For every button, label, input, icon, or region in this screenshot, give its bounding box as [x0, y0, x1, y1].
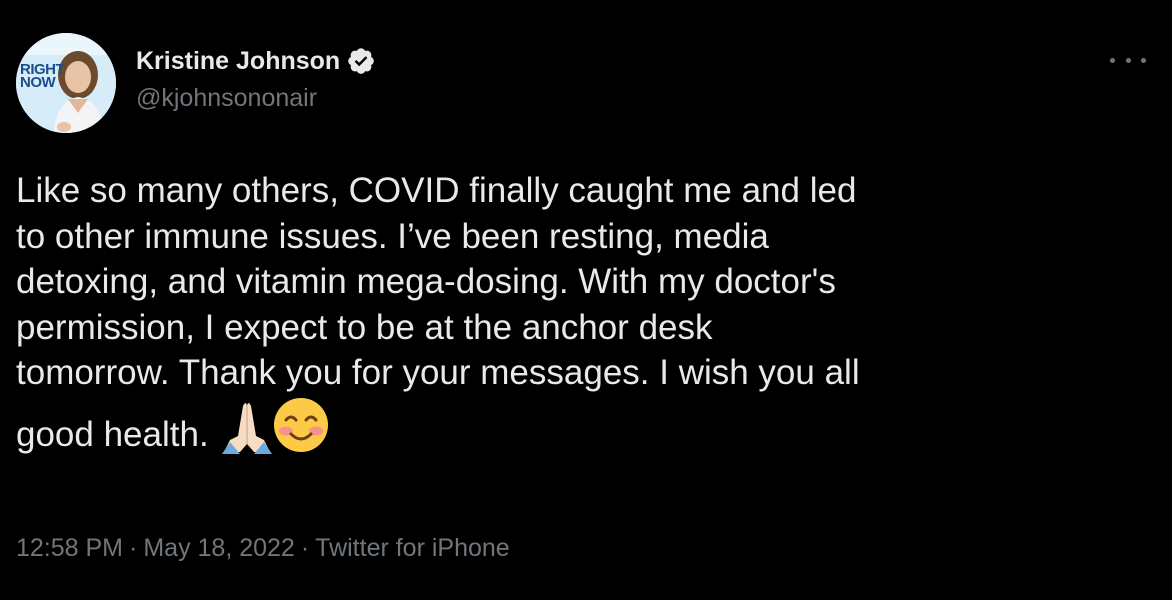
tweet-line-last: good health. — [16, 396, 1146, 458]
tweet-source[interactable]: Twitter for iPhone — [315, 534, 510, 562]
tweet-line: detoxing, and vitamin mega-dosing. With … — [16, 262, 836, 301]
tweet-line: Like so many others, COVID finally caugh… — [16, 171, 857, 210]
smiling-face-icon — [272, 396, 330, 454]
verified-badge-icon — [346, 46, 376, 76]
meta-separator: · — [300, 534, 310, 562]
folded-hands-icon — [218, 396, 276, 454]
user-handle[interactable]: @kjohnsononair — [136, 84, 317, 113]
tweet-meta: 12:58 PM · May 18, 2022 · Twitter for iPhone — [16, 534, 510, 563]
avatar-logo: RIGHT NOW — [20, 62, 65, 90]
tweet-date[interactable]: May 18, 2022 — [143, 534, 295, 562]
display-name[interactable]: Kristine Johnson — [136, 47, 340, 76]
tweet-line: tomorrow. Thank you for your messages. I… — [16, 353, 860, 392]
tweet-time[interactable]: 12:58 PM — [16, 534, 123, 562]
tweet-line-text: good health. — [16, 414, 209, 454]
tweet-card: RIGHT NOW Kristine Johnson @kjohnsononai… — [0, 0, 1172, 600]
name-row: Kristine Johnson — [136, 44, 376, 78]
avatar[interactable]: RIGHT NOW — [16, 33, 116, 133]
more-options-icon[interactable] — [1110, 50, 1146, 70]
tweet-line: to other immune issues. I’ve been restin… — [16, 216, 769, 256]
tweet-line: permission, I expect to be at the anchor… — [16, 307, 713, 347]
meta-separator: · — [129, 534, 138, 562]
tweet-text: Like so many others, COVID finally caugh… — [16, 168, 1146, 457]
